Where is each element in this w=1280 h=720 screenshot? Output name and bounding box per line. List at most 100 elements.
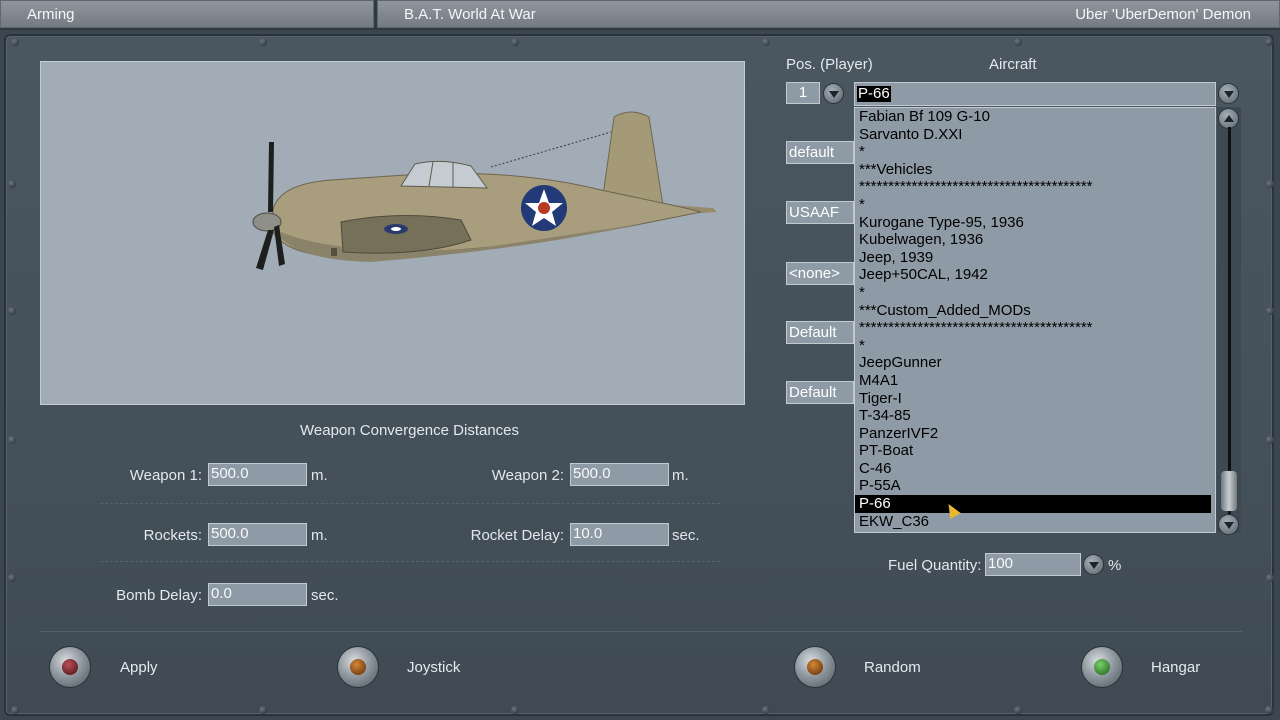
position-dropdown-icon[interactable] xyxy=(823,83,844,104)
app-title: B.A.T. World At War xyxy=(404,6,536,23)
fuel-unit: % xyxy=(1108,557,1122,574)
rockets-label: Rockets: xyxy=(143,527,202,544)
list-item[interactable]: ***Vehicles xyxy=(855,161,1211,179)
rockets-input[interactable]: 500.0 xyxy=(208,523,307,546)
scroll-up-icon[interactable] xyxy=(1218,108,1239,129)
rivet-icon xyxy=(762,38,770,46)
joystick-label[interactable]: Joystick xyxy=(407,659,460,676)
rivet-icon xyxy=(762,706,770,714)
list-item[interactable]: Kurogane Type-95, 1936 xyxy=(855,214,1211,232)
position-select[interactable]: 1 xyxy=(786,82,820,104)
rivet-icon xyxy=(1014,38,1022,46)
weapon1-unit: m. xyxy=(311,467,328,484)
hangar-label[interactable]: Hangar xyxy=(1151,659,1200,676)
aircraft-select[interactable]: P-66 xyxy=(854,82,1216,106)
country-select[interactable]: USAAF xyxy=(786,201,854,224)
list-item[interactable]: Jeep+50CAL, 1942 xyxy=(855,266,1211,284)
user-name: Uber 'UberDemon' Demon xyxy=(1075,6,1251,23)
red-lamp-icon xyxy=(62,659,78,675)
list-item[interactable]: Kubelwagen, 1936 xyxy=(855,231,1211,249)
bomb-delay-label: Bomb Delay: xyxy=(116,587,202,604)
fuel-label: Fuel Quantity: xyxy=(888,557,982,574)
rivet-icon xyxy=(8,180,16,188)
list-item[interactable]: JeepGunner xyxy=(855,354,1211,372)
list-item[interactable]: M4A1 xyxy=(855,372,1211,390)
fuel-input[interactable]: 100 xyxy=(985,553,1081,576)
rockets-unit: m. xyxy=(311,527,328,544)
apply-label[interactable]: Apply xyxy=(120,659,158,676)
scroll-down-icon[interactable] xyxy=(1218,514,1239,535)
rivet-icon xyxy=(11,38,19,46)
bottom-divider xyxy=(40,631,1242,632)
list-item[interactable]: C-46 xyxy=(855,460,1211,478)
list-item[interactable]: PT-Boat xyxy=(855,442,1211,460)
section-title: Arming xyxy=(0,0,374,28)
apply-button[interactable] xyxy=(50,647,90,687)
rocket-delay-label: Rocket Delay: xyxy=(470,527,564,544)
green-lamp-icon xyxy=(1094,659,1110,675)
weapon1-label: Weapon 1: xyxy=(129,467,202,484)
weapon2-unit: m. xyxy=(672,467,689,484)
joystick-button[interactable] xyxy=(338,647,378,687)
weapon2-input[interactable]: 500.0 xyxy=(570,463,669,486)
list-item[interactable]: Tiger-I xyxy=(855,390,1211,408)
random-button[interactable] xyxy=(795,647,835,687)
title-bar: Arming B.A.T. World At War Uber 'UberDem… xyxy=(0,0,1280,30)
list-item[interactable]: * xyxy=(855,337,1211,355)
markings-select[interactable]: <none> xyxy=(786,262,854,285)
list-item[interactable]: P-55A xyxy=(855,477,1211,495)
aircraft-list[interactable]: Fabian Bf 109 G-10 Sarvanto D.XXI * ***Vehi… xyxy=(854,107,1216,533)
rivet-icon xyxy=(259,706,267,714)
convergence-heading: Weapon Convergence Distances xyxy=(300,422,520,439)
pos-label: Pos. (Player) xyxy=(786,56,873,73)
list-item[interactable]: **************************************** xyxy=(855,319,1211,337)
weapons-select[interactable]: Default xyxy=(786,321,854,344)
list-item[interactable]: * xyxy=(855,143,1211,161)
rivet-icon xyxy=(1266,180,1274,188)
list-item[interactable]: Jeep, 1939 xyxy=(855,249,1211,267)
rivet-icon xyxy=(1266,574,1274,582)
aircraft-selected-text: P-66 xyxy=(857,85,891,102)
rivet-icon xyxy=(511,706,519,714)
bomb-delay-unit: sec. xyxy=(311,587,339,604)
rocket-delay-unit: sec. xyxy=(672,527,700,544)
aircraft-list-scrollbar[interactable] xyxy=(1217,107,1241,535)
orange-lamp-icon xyxy=(350,659,366,675)
hangar-button[interactable] xyxy=(1082,647,1122,687)
rivet-icon xyxy=(1265,38,1273,46)
rivet-icon xyxy=(1265,706,1273,714)
rivet-icon xyxy=(511,38,519,46)
loadout-select[interactable]: Default xyxy=(786,381,854,404)
list-item[interactable]: Fabian Bf 109 G-10 xyxy=(855,108,1211,126)
title-strip: B.A.T. World At War Uber 'UberDemon' Dem… xyxy=(377,0,1280,28)
rivet-icon xyxy=(1266,436,1274,444)
list-item[interactable]: EKW_C36 xyxy=(855,513,1211,531)
weapon1-input[interactable]: 500.0 xyxy=(208,463,307,486)
aircraft-label: Aircraft xyxy=(989,56,1037,73)
list-item[interactable]: ***Custom_Added_MODs xyxy=(855,302,1211,320)
rivet-icon xyxy=(8,574,16,582)
rivet-icon xyxy=(1266,307,1274,315)
rivet-icon xyxy=(1014,706,1022,714)
bomb-delay-input[interactable]: 0.0 xyxy=(208,583,307,606)
row-divider xyxy=(100,503,720,504)
scroll-rail xyxy=(1228,127,1231,517)
random-label[interactable]: Random xyxy=(864,659,921,676)
list-item[interactable]: T-34-85 xyxy=(855,407,1211,425)
skin-select[interactable]: default xyxy=(786,141,854,164)
aircraft-preview xyxy=(40,61,745,405)
rocket-delay-input[interactable]: 10.0 xyxy=(570,523,669,546)
list-item[interactable]: **************************************** xyxy=(855,178,1211,196)
rivet-icon xyxy=(8,436,16,444)
aircraft-model-image xyxy=(252,111,717,270)
list-item[interactable]: PanzerIVF2 xyxy=(855,425,1211,443)
orange-lamp-icon xyxy=(807,659,823,675)
list-item[interactable]: * xyxy=(855,284,1211,302)
fuel-dropdown-icon[interactable] xyxy=(1083,554,1104,575)
list-item[interactable]: P-66 xyxy=(855,495,1211,513)
rivet-icon xyxy=(8,307,16,315)
aircraft-dropdown-icon[interactable] xyxy=(1218,83,1239,104)
scroll-thumb[interactable] xyxy=(1221,471,1237,511)
list-item[interactable]: * xyxy=(855,196,1211,214)
list-item[interactable]: Sarvanto D.XXI xyxy=(855,126,1211,144)
